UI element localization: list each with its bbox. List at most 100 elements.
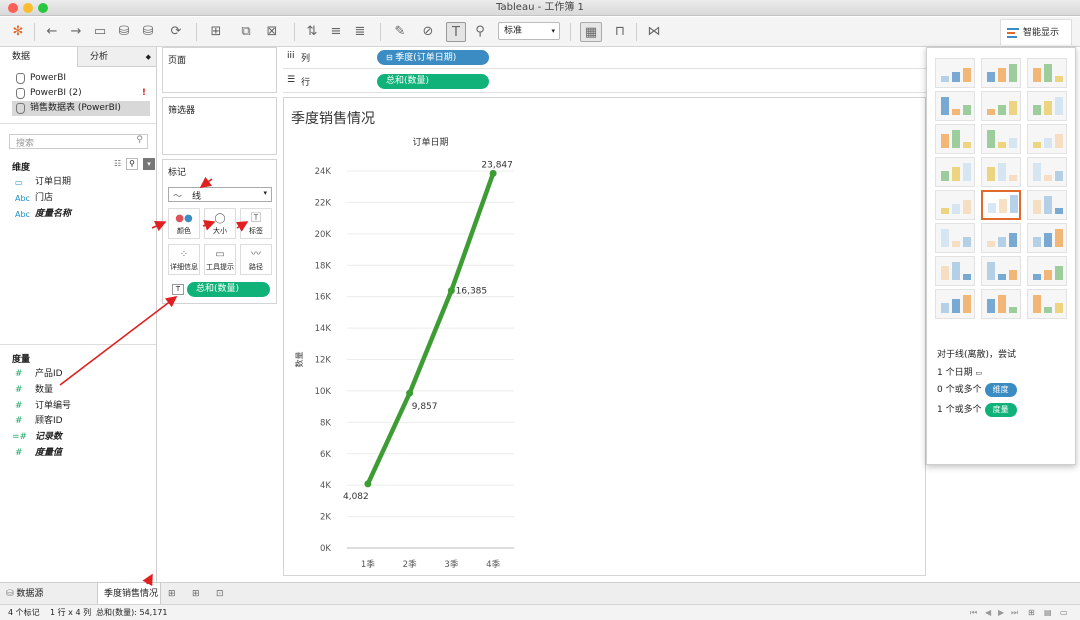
size-button[interactable]: ◯ 大小: [204, 208, 236, 239]
group-icon[interactable]: ⊘: [418, 22, 438, 42]
next-sheet-icon[interactable]: ▶: [998, 605, 1004, 620]
minimize-window-button[interactable]: [23, 3, 33, 13]
sheet-sorter-icon[interactable]: ⊞: [1028, 605, 1035, 620]
sum-quantity-pill[interactable]: 总和(数量): [377, 74, 489, 89]
chart-type-thumbnail[interactable]: [1027, 58, 1067, 88]
redo-icon[interactable]: →: [66, 22, 86, 42]
sort-ascending-icon[interactable]: ≡: [326, 22, 346, 42]
new-worksheet-icon[interactable]: ⊞: [168, 583, 176, 605]
chart-type-thumbnail[interactable]: [981, 289, 1021, 319]
chart-type-thumbnail[interactable]: [981, 58, 1021, 88]
chart-type-thumbnail[interactable]: [981, 190, 1021, 220]
chart-type-thumbnail[interactable]: [1027, 91, 1067, 121]
chart-type-thumbnail[interactable]: [935, 124, 975, 154]
measure-field[interactable]: # 订单编号: [12, 399, 152, 414]
color-button[interactable]: ●● 颜色: [168, 208, 200, 239]
measure-field[interactable]: # 数量: [12, 383, 152, 398]
pages-card[interactable]: 页面: [162, 47, 277, 93]
chart-type-thumbnail[interactable]: [1027, 190, 1067, 220]
thumbnail-glyph: [987, 72, 995, 82]
chart-type-thumbnail[interactable]: [935, 190, 975, 220]
share-icon[interactable]: ⋈: [644, 22, 664, 42]
highlight-icon[interactable]: ✎: [390, 22, 410, 42]
new-datasource-icon[interactable]: ⛁: [114, 22, 134, 42]
datasource-item[interactable]: PowerBI: [12, 71, 152, 86]
chart-type-thumbnail[interactable]: [981, 223, 1021, 253]
path-button[interactable]: 〰路径: [240, 244, 272, 275]
thumbnail-glyph: [998, 105, 1006, 115]
refresh-icon[interactable]: ⟳: [166, 22, 186, 42]
measure-field[interactable]: # 度量值: [12, 446, 152, 461]
chart-type-thumbnail[interactable]: [981, 91, 1021, 121]
show-me-button[interactable]: 智能显示: [1000, 19, 1072, 45]
measure-field[interactable]: # 顾客ID: [12, 414, 152, 429]
chart-type-thumbnail[interactable]: [1027, 223, 1067, 253]
dimension-field[interactable]: ▭ 订单日期: [12, 175, 152, 190]
zoom-window-button[interactable]: [38, 3, 48, 13]
chart-type-thumbnail[interactable]: [935, 91, 975, 121]
tab-data[interactable]: 数据: [0, 47, 77, 67]
filmstrip-icon[interactable]: ▤: [1044, 605, 1052, 620]
chart-type-thumbnail[interactable]: [981, 124, 1021, 154]
measure-field[interactable]: # 产品ID: [12, 367, 152, 382]
chart-type-thumbnail[interactable]: [935, 289, 975, 319]
chart-type-thumbnail[interactable]: [935, 157, 975, 187]
datasource-item-selected[interactable]: 销售数据表 (PowerBI): [12, 101, 150, 116]
calendar-icon: ▭: [15, 178, 23, 187]
detail-button[interactable]: ⁘ 详细信息: [168, 244, 200, 275]
new-story-icon[interactable]: ⊡: [216, 583, 224, 605]
show-me-label: 智能显示: [1023, 28, 1060, 38]
tab-analysis[interactable]: 分析 ◆: [77, 47, 156, 67]
chart-type-thumbnail[interactable]: [1027, 124, 1067, 154]
presentation-mode-icon[interactable]: ⊓: [610, 22, 630, 42]
datasource-tab[interactable]: ⛁ 数据源: [6, 583, 43, 605]
chart-type-thumbnail[interactable]: [981, 157, 1021, 187]
chart-type-thumbnail[interactable]: [1027, 157, 1067, 187]
filters-card[interactable]: 筛选器: [162, 97, 277, 155]
find-field-icon[interactable]: ⚲: [126, 158, 138, 170]
list-view-icon[interactable]: ☷: [114, 159, 121, 168]
sort-descending-icon[interactable]: ≣: [350, 22, 370, 42]
last-sheet-icon[interactable]: ⏭: [1011, 605, 1018, 620]
quarter-pill[interactable]: ⊟ 季度(订单日期): [377, 50, 489, 65]
first-sheet-icon[interactable]: ⏮: [970, 605, 977, 620]
prev-sheet-icon[interactable]: ◀: [985, 605, 991, 620]
chart-type-thumbnail[interactable]: [935, 256, 975, 286]
rows-shelf[interactable]: ☰ 行 总和(数量): [283, 71, 926, 93]
clear-sheet-icon[interactable]: ⊠: [262, 22, 282, 42]
new-worksheet-icon[interactable]: ⊞: [206, 22, 226, 42]
swap-rows-columns-icon[interactable]: ⇅: [302, 22, 322, 42]
cards-toggle-icon[interactable]: ▦: [580, 22, 602, 42]
label-button[interactable]: 🅃 标签: [240, 208, 272, 239]
search-input[interactable]: 搜索 ⚲: [9, 134, 148, 149]
datasource-item[interactable]: PowerBI (2)!: [12, 86, 152, 101]
pin-icon[interactable]: ⚲: [470, 22, 490, 42]
datasource-menu-icon[interactable]: ⛁: [138, 22, 158, 42]
chart-type-thumbnail[interactable]: [1027, 289, 1067, 319]
label-pill[interactable]: 总和(数量): [187, 282, 270, 297]
new-dashboard-icon[interactable]: ⊞: [192, 583, 200, 605]
chart-type-thumbnail[interactable]: [935, 58, 975, 88]
save-icon[interactable]: ▭: [90, 22, 110, 42]
close-window-button[interactable]: [8, 3, 18, 13]
status-marks: 4 个标记: [8, 608, 40, 617]
chart-type-thumbnail[interactable]: [935, 223, 975, 253]
chart-type-thumbnail[interactable]: [1027, 256, 1067, 286]
chart-type-thumbnail[interactable]: [981, 256, 1021, 286]
dimension-field[interactable]: Abc 度量名称: [12, 207, 152, 222]
pane-menu-icon[interactable]: ▾: [143, 158, 155, 170]
thumbnail-glyph: [1009, 175, 1017, 181]
columns-shelf[interactable]: iii 列 ⊟ 季度(订单日期): [283, 47, 926, 69]
show-mark-labels-icon[interactable]: T: [446, 22, 466, 42]
duplicate-sheet-icon[interactable]: ⧉: [236, 22, 256, 42]
dimension-field[interactable]: Abc 门店: [12, 191, 152, 206]
measure-field[interactable]: =# 记录数: [12, 430, 152, 445]
tabs-view-icon[interactable]: ▭: [1060, 605, 1068, 620]
tooltip-button[interactable]: ▭ 工具提示: [204, 244, 236, 275]
thumbnail-glyph: [941, 134, 949, 148]
undo-icon[interactable]: ←: [42, 22, 62, 42]
mark-type-select[interactable]: 〜 线 ▾: [168, 187, 272, 202]
tableau-logo-icon[interactable]: ✻: [8, 22, 28, 42]
sheet-tab-active[interactable]: 季度销售情况: [97, 583, 161, 605]
fit-select[interactable]: 标准 ▾: [498, 22, 560, 40]
